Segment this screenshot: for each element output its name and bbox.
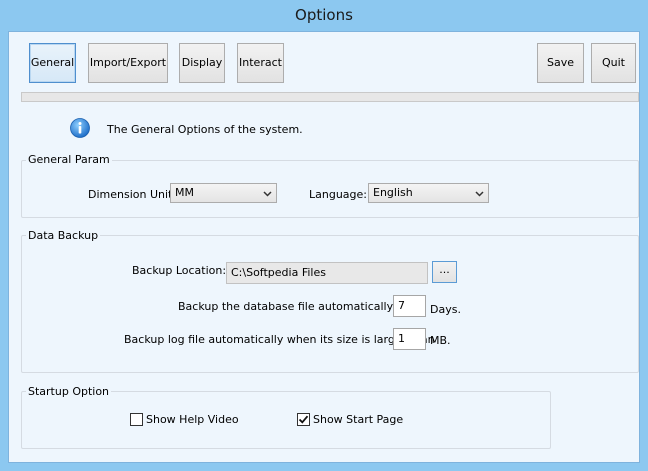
data-backup-title: Data Backup [26, 229, 101, 242]
interact-tab-button[interactable]: Interact [237, 43, 284, 83]
info-icon [70, 118, 90, 138]
chevron-down-icon [475, 191, 484, 197]
options-panel: General Import/Export Display Interact S… [8, 31, 640, 463]
progress-bar [21, 92, 639, 102]
language-select[interactable]: English [368, 183, 489, 203]
backup-location-field[interactable]: C:\Softpedia Files [226, 262, 428, 284]
language-label: Language: [309, 188, 367, 201]
general-param-title: General Param [26, 153, 112, 166]
import-export-tab-button[interactable]: Import/Export [88, 43, 168, 83]
save-button[interactable]: Save [537, 43, 584, 83]
start-page-label: Show Start Page [313, 413, 404, 426]
backup-location-label: Backup Location: [132, 264, 227, 277]
auto-backup-unit: Days. [430, 303, 461, 316]
options-window: Options General Import/Export Display In… [0, 0, 648, 471]
display-tab-button[interactable]: Display [179, 43, 225, 83]
checkmark-icon [298, 415, 309, 424]
auto-backup-label: Backup the database file automatically a… [178, 300, 423, 313]
startup-option-title: Startup Option [26, 385, 112, 398]
general-tab-button[interactable]: General [29, 43, 76, 83]
dimension-unit-label: Dimension Unit: [88, 188, 177, 201]
startup-option-group [21, 391, 551, 449]
start-page-checkbox[interactable] [297, 413, 310, 426]
language-value: English [373, 186, 413, 199]
help-video-label: Show Help Video [146, 413, 239, 426]
quit-button[interactable]: Quit [591, 43, 636, 83]
log-backup-size-input[interactable]: 1 [393, 328, 426, 350]
log-backup-unit: MB. [430, 334, 451, 347]
auto-backup-days-input[interactable]: 7 [393, 295, 426, 317]
info-message: The General Options of the system. [107, 123, 303, 136]
browse-button[interactable]: ... [432, 261, 457, 283]
dimension-unit-value: MM [175, 186, 194, 199]
dimension-unit-select[interactable]: MM [170, 183, 277, 203]
window-title: Options [295, 6, 353, 24]
chevron-down-icon [263, 191, 272, 197]
help-video-checkbox[interactable] [130, 413, 143, 426]
log-backup-label: Backup log file automatically when its s… [124, 333, 435, 346]
